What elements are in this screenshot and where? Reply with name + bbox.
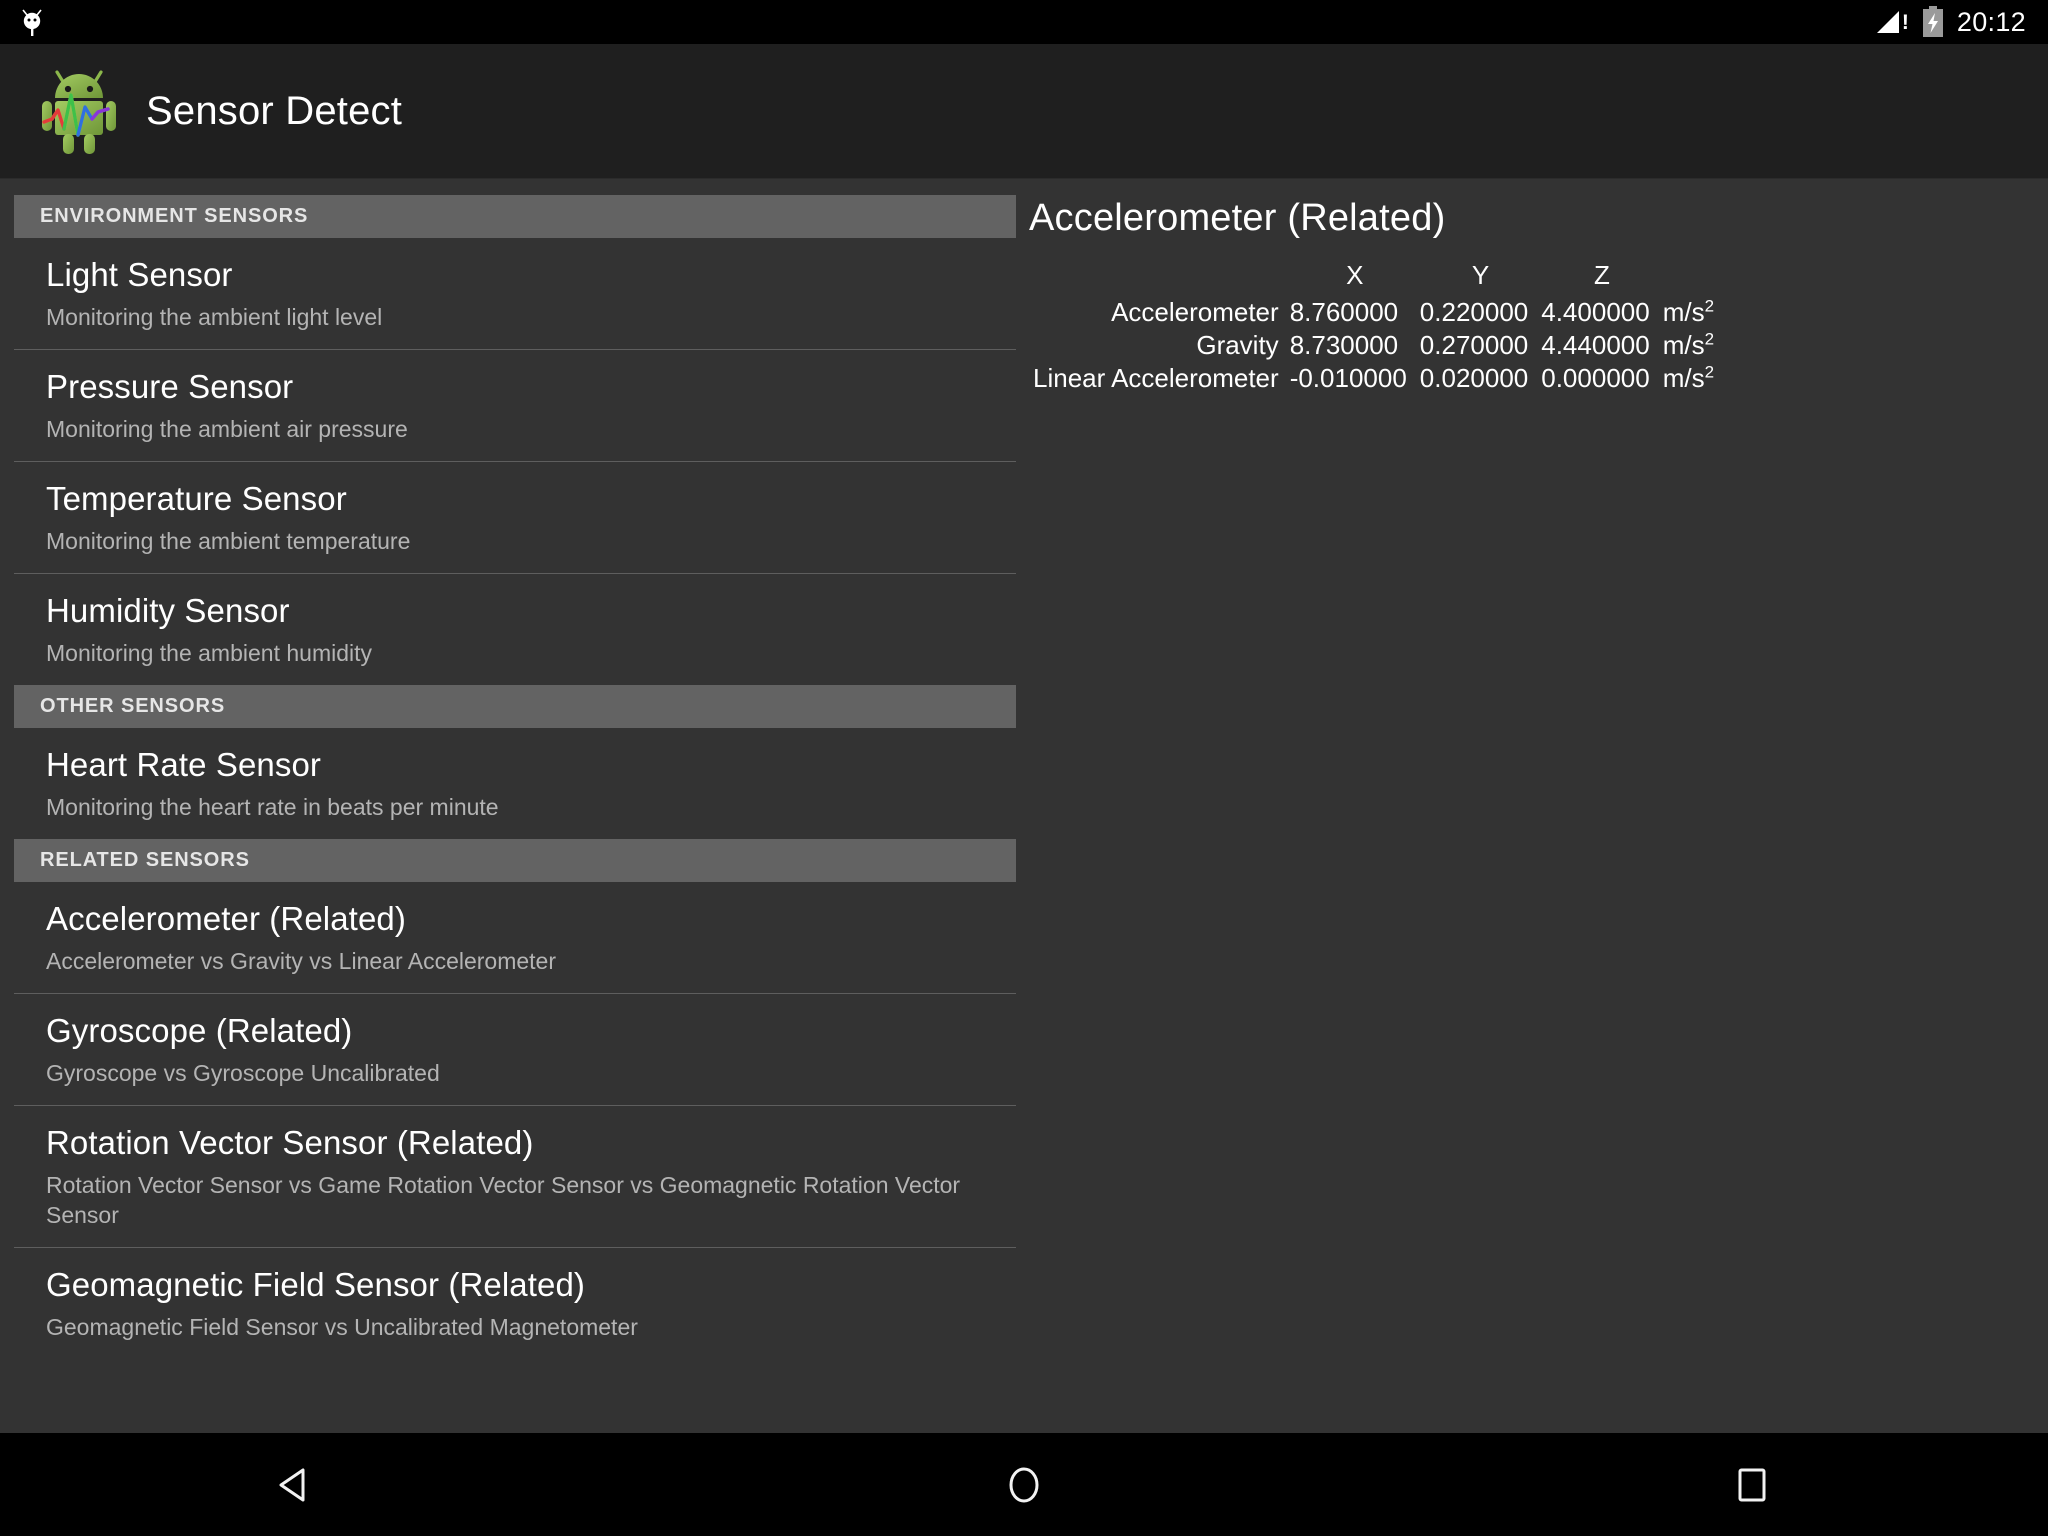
list-item-title: Geomagnetic Field Sensor (Related) bbox=[46, 1266, 585, 1303]
section-header: ENVIRONMENT SENSORS bbox=[14, 195, 1016, 238]
signal-bars-no-service-icon: ! bbox=[1876, 11, 1909, 34]
row-label: Gravity bbox=[1196, 330, 1279, 360]
table-header-row: X Y Z bbox=[1033, 259, 1714, 296]
list-item-subtitle: Monitoring the ambient light level bbox=[46, 304, 383, 330]
list-item-title: Heart Rate Sensor bbox=[46, 746, 321, 783]
sensor-values-table: X Y Z Accelerometer 8.760000 0.220000 4.400… bbox=[1033, 259, 1714, 395]
navigation-bar bbox=[0, 1433, 2048, 1536]
sensor-table-body: Accelerometer 8.760000 0.220000 4.400000 m/s… bbox=[1033, 296, 1714, 395]
back-button[interactable] bbox=[248, 1437, 344, 1533]
page-title: Sensor Detect bbox=[146, 88, 403, 133]
recents-square-icon bbox=[1738, 1468, 1766, 1501]
list-item[interactable]: Humidity Sensor Monitoring the ambient hu… bbox=[0, 574, 1017, 685]
signal-alert-label: ! bbox=[1901, 11, 1909, 34]
home-button[interactable] bbox=[976, 1437, 1072, 1533]
app-bar: Sensor Detect bbox=[0, 44, 2048, 179]
detail-title: Accelerometer (Related) bbox=[1029, 197, 1446, 239]
value-z: 4.400000 bbox=[1541, 297, 1650, 327]
table-corner-cell bbox=[1033, 259, 1290, 296]
unit-exponent: 2 bbox=[1704, 296, 1715, 316]
value-y: 0.270000 bbox=[1419, 330, 1529, 360]
list-item-subtitle: Monitoring the ambient humidity bbox=[46, 640, 372, 666]
home-circle-icon bbox=[1009, 1467, 1039, 1502]
table-row: Linear Accelerometer -0.010000 0.020000 0.0… bbox=[1033, 362, 1714, 395]
value-x: -0.010000 bbox=[1289, 363, 1407, 393]
unit-base: m/s bbox=[1662, 297, 1705, 327]
content-area: ENVIRONMENT SENSORS Light Sensor Monitorin… bbox=[0, 179, 2048, 1433]
android-screen: ! 20:12 Sensor Detect ENVIRONMENT SENSOR… bbox=[0, 0, 2048, 1536]
value-x: 8.730000 bbox=[1289, 330, 1399, 360]
list-item-title: Temperature Sensor bbox=[46, 480, 347, 517]
value-z: 4.440000 bbox=[1541, 330, 1650, 360]
unit-exponent: 2 bbox=[1704, 329, 1715, 349]
unit-label: m/s2 bbox=[1663, 329, 1714, 362]
list-item-subtitle: Monitoring the heart rate in beats per m… bbox=[46, 794, 499, 820]
list-item-title: Pressure Sensor bbox=[46, 368, 294, 405]
unit-label: m/s2 bbox=[1663, 296, 1714, 329]
value-y: 0.020000 bbox=[1419, 363, 1529, 393]
value-y: 0.220000 bbox=[1419, 297, 1529, 327]
column-header-x: X bbox=[1346, 260, 1364, 290]
table-row: Accelerometer 8.760000 0.220000 4.400000 m/s… bbox=[1033, 296, 1714, 329]
list-item[interactable]: Light Sensor Monitoring the ambient light… bbox=[0, 238, 1017, 349]
column-header-y: Y bbox=[1471, 260, 1490, 290]
unit-base: m/s bbox=[1662, 363, 1705, 393]
sensor-list-pane[interactable]: ENVIRONMENT SENSORS Light Sensor Monitorin… bbox=[0, 179, 1017, 1433]
list-item-subtitle: Geomagnetic Field Sensor vs Uncalibrated… bbox=[46, 1314, 638, 1340]
list-item[interactable]: Gyroscope (Related) Gyroscope vs Gyroscop… bbox=[0, 994, 1017, 1105]
android-notification-icon bbox=[22, 9, 42, 36]
sensor-detail-pane: Accelerometer (Related) X Y Z Accelerome… bbox=[1017, 179, 2048, 1433]
recents-button[interactable] bbox=[1704, 1437, 1800, 1533]
list-item[interactable]: Rotation Vector Sensor (Related) Rotation… bbox=[0, 1106, 1017, 1247]
column-header-unit bbox=[1663, 259, 1714, 296]
row-label: Linear Accelerometer bbox=[1033, 363, 1279, 393]
value-x: 8.760000 bbox=[1289, 297, 1399, 327]
list-item[interactable]: Geomagnetic Field Sensor (Related) Geomag… bbox=[0, 1248, 1017, 1359]
list-item-subtitle: Monitoring the ambient temperature bbox=[46, 528, 411, 554]
row-label: Accelerometer bbox=[1111, 297, 1279, 327]
list-item-title: Gyroscope (Related) bbox=[46, 1012, 353, 1049]
status-bar: ! 20:12 bbox=[0, 0, 2048, 44]
list-item[interactable]: Pressure Sensor Monitoring the ambient ai… bbox=[0, 350, 1017, 461]
back-triangle-icon bbox=[279, 1468, 305, 1501]
list-item-title: Accelerometer (Related) bbox=[46, 900, 406, 937]
sensor-table-head: X Y Z bbox=[1033, 259, 1714, 296]
status-bar-indicators: ! 20:12 bbox=[1876, 6, 2026, 38]
list-item[interactable]: Temperature Sensor Monitoring the ambient… bbox=[0, 462, 1017, 573]
column-header-z: Z bbox=[1594, 260, 1610, 290]
list-item-title: Humidity Sensor bbox=[46, 592, 290, 629]
list-item-title: Rotation Vector Sensor (Related) bbox=[46, 1124, 534, 1161]
list-item[interactable]: Heart Rate Sensor Monitoring the heart ra… bbox=[0, 728, 1017, 839]
battery-charging-icon bbox=[1922, 6, 1943, 37]
value-z: 0.000000 bbox=[1541, 363, 1650, 393]
list-item-subtitle: Rotation Vector Sensor vs Game Rotation … bbox=[46, 1172, 961, 1228]
unit-exponent: 2 bbox=[1704, 362, 1715, 382]
unit-base: m/s bbox=[1662, 330, 1705, 360]
list-item-title: Light Sensor bbox=[46, 256, 233, 293]
status-bar-notifications bbox=[18, 7, 46, 37]
section-header: RELATED SENSORS bbox=[14, 839, 1016, 882]
list-item[interactable]: Accelerometer (Related) Accelerometer vs … bbox=[0, 882, 1017, 993]
list-item-subtitle: Monitoring the ambient air pressure bbox=[46, 416, 408, 442]
status-bar-clock: 20:12 bbox=[1956, 7, 2026, 37]
list-item-subtitle: Gyroscope vs Gyroscope Uncalibrated bbox=[46, 1060, 440, 1086]
unit-label: m/s2 bbox=[1663, 362, 1714, 395]
table-row: Gravity 8.730000 0.270000 4.440000 m/s2 bbox=[1033, 329, 1714, 362]
android-sensor-logo-icon bbox=[42, 70, 116, 154]
list-item-subtitle: Accelerometer vs Gravity vs Linear Accel… bbox=[46, 948, 557, 974]
section-header: OTHER SENSORS bbox=[14, 685, 1016, 728]
signal-triangle bbox=[1876, 11, 1899, 33]
